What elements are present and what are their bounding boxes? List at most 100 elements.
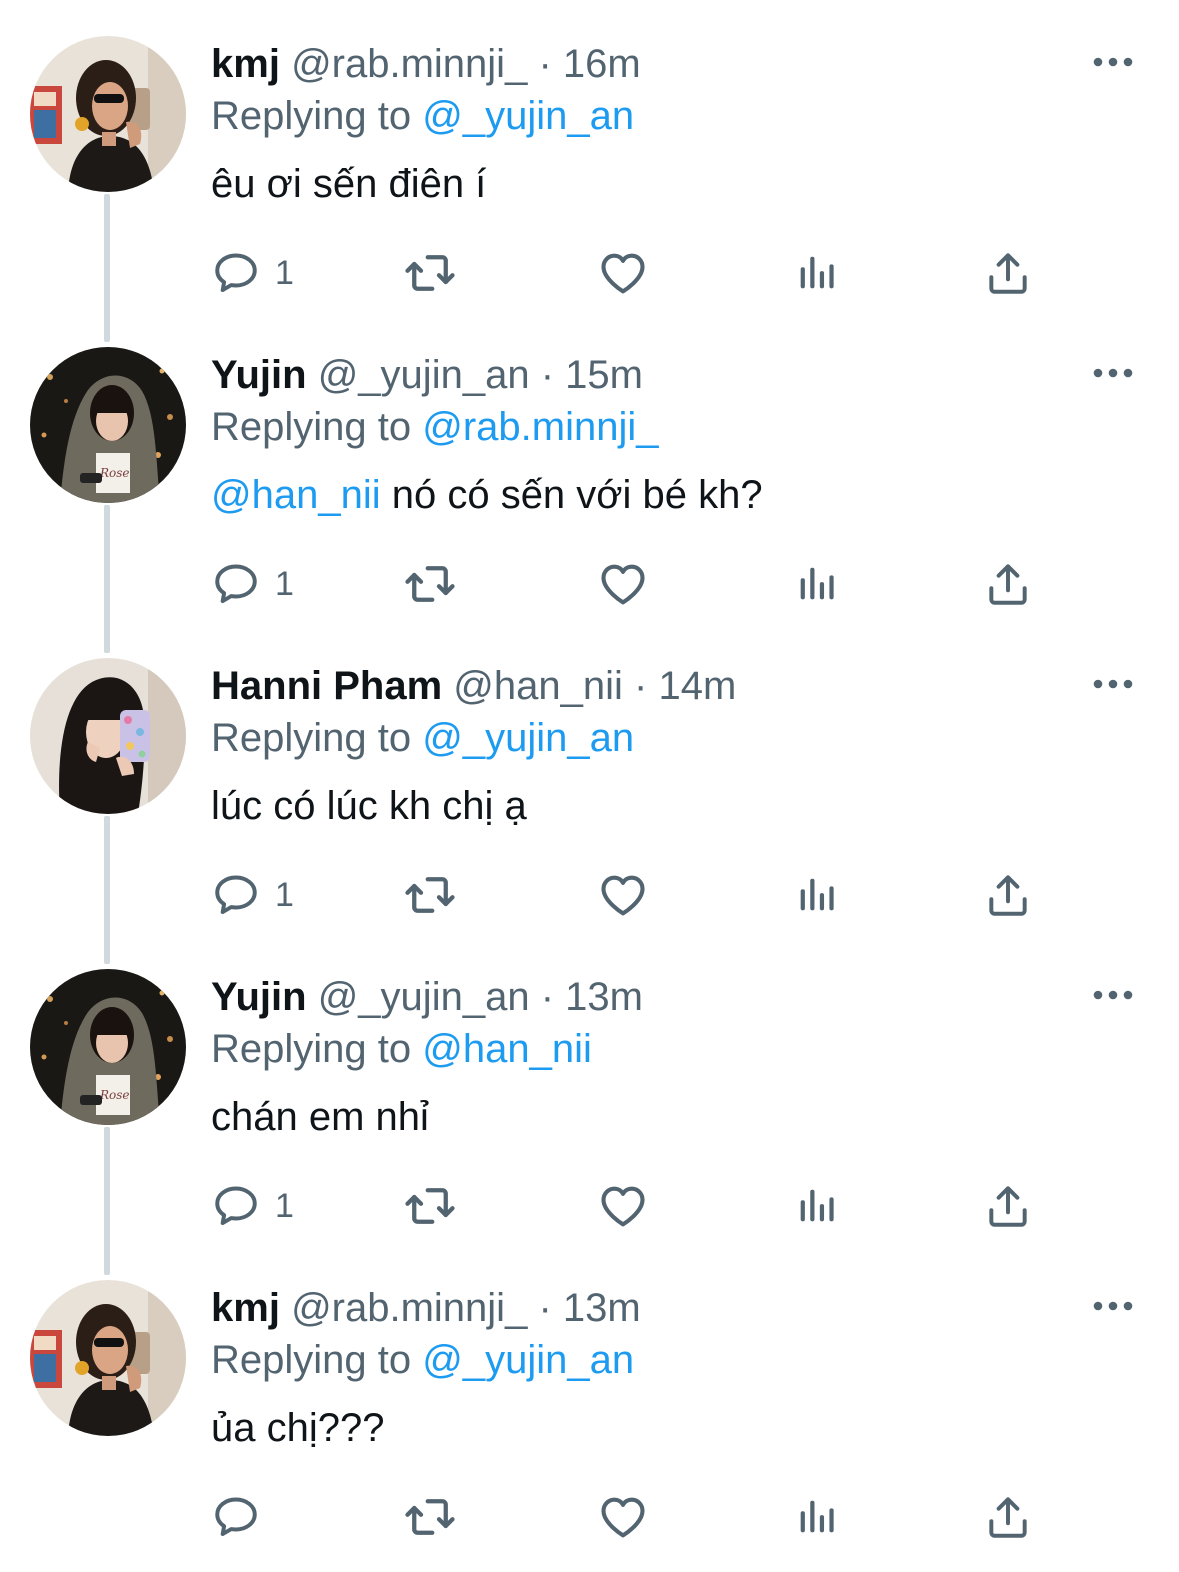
avatar[interactable] bbox=[30, 969, 186, 1125]
bar-chart-icon bbox=[793, 1493, 839, 1541]
display-name[interactable]: kmj bbox=[211, 42, 280, 86]
speech-bubble-icon bbox=[211, 559, 261, 609]
bar-chart-icon bbox=[793, 560, 839, 608]
retweet-button[interactable] bbox=[401, 868, 459, 922]
replying-to-line: Replying to @han_nii bbox=[211, 1023, 592, 1075]
views-button[interactable] bbox=[793, 1179, 839, 1233]
tweet[interactable]: kmj @rab.minnji_ · 13m Replying to @_yuj… bbox=[0, 1244, 1179, 1555]
reply-button[interactable]: 1 bbox=[211, 1179, 294, 1233]
avatar-image bbox=[30, 36, 186, 192]
timestamp[interactable]: 16m bbox=[563, 42, 641, 86]
views-button[interactable] bbox=[793, 246, 839, 300]
more-options-button[interactable] bbox=[1090, 1296, 1136, 1316]
body-text: lúc có lúc kh chị ạ bbox=[211, 784, 527, 828]
avatar[interactable] bbox=[30, 1280, 186, 1436]
reply-button[interactable]: 1 bbox=[211, 557, 294, 611]
avatar[interactable] bbox=[30, 658, 186, 814]
handle[interactable]: @rab.minnji_ bbox=[291, 42, 527, 86]
views-button[interactable] bbox=[793, 1490, 839, 1544]
display-name[interactable]: Hanni Pham bbox=[211, 664, 442, 708]
heart-outline-icon bbox=[597, 1180, 649, 1232]
replying-to-mention[interactable]: @rab.minnji_ bbox=[422, 405, 658, 449]
avatar-image bbox=[30, 658, 186, 814]
separator-dot: · bbox=[538, 42, 552, 86]
more-horizontal-icon bbox=[1090, 52, 1136, 72]
tweet-header: Yujin @_yujin_an · 15m bbox=[211, 349, 643, 401]
display-name[interactable]: Yujin bbox=[211, 975, 307, 1019]
like-button[interactable] bbox=[597, 1179, 649, 1233]
handle[interactable]: @han_nii bbox=[453, 664, 623, 708]
more-horizontal-icon bbox=[1090, 985, 1136, 1005]
reply-count: 1 bbox=[275, 875, 294, 914]
tweet-text: @han_nii nó có sến với bé kh? bbox=[211, 469, 763, 521]
like-button[interactable] bbox=[597, 1490, 649, 1544]
upload-arrow-icon bbox=[983, 870, 1033, 920]
avatar[interactable] bbox=[30, 347, 186, 503]
retweet-button[interactable] bbox=[401, 1490, 459, 1544]
tweet-text: chán em nhỉ bbox=[211, 1091, 429, 1143]
tweet-header: Yujin @_yujin_an · 13m bbox=[211, 971, 643, 1023]
share-button[interactable] bbox=[983, 1179, 1033, 1233]
more-options-button[interactable] bbox=[1090, 985, 1136, 1005]
timestamp[interactable]: 13m bbox=[565, 975, 643, 1019]
bar-chart-icon bbox=[793, 1182, 839, 1230]
display-name[interactable]: kmj bbox=[211, 1286, 280, 1330]
body-mention[interactable]: @han_nii bbox=[211, 473, 381, 517]
upload-arrow-icon bbox=[983, 1492, 1033, 1542]
body-text: chán em nhỉ bbox=[211, 1095, 429, 1139]
display-name[interactable]: Yujin bbox=[211, 353, 307, 397]
reply-button[interactable]: 1 bbox=[211, 246, 294, 300]
tweet[interactable]: Yujin @_yujin_an · 15m Replying to @rab.… bbox=[0, 311, 1179, 653]
replying-to-mention[interactable]: @_yujin_an bbox=[422, 716, 634, 760]
tweet[interactable]: kmj @rab.minnji_ · 16m Replying to @_yuj… bbox=[0, 0, 1179, 342]
share-button[interactable] bbox=[983, 1490, 1033, 1544]
timestamp[interactable]: 13m bbox=[563, 1286, 641, 1330]
reply-button[interactable] bbox=[211, 1490, 275, 1544]
more-options-button[interactable] bbox=[1090, 674, 1136, 694]
like-button[interactable] bbox=[597, 557, 649, 611]
handle[interactable]: @rab.minnji_ bbox=[291, 1286, 527, 1330]
retweet-arrows-icon bbox=[401, 868, 459, 922]
more-options-button[interactable] bbox=[1090, 363, 1136, 383]
share-button[interactable] bbox=[983, 557, 1033, 611]
retweet-arrows-icon bbox=[401, 557, 459, 611]
replying-to-mention[interactable]: @_yujin_an bbox=[422, 94, 634, 138]
retweet-button[interactable] bbox=[401, 557, 459, 611]
speech-bubble-icon bbox=[211, 1181, 261, 1231]
tweet[interactable]: Hanni Pham @han_nii · 14m Replying to @_… bbox=[0, 622, 1179, 964]
reply-button[interactable]: 1 bbox=[211, 868, 294, 922]
timestamp[interactable]: 14m bbox=[658, 664, 736, 708]
tweet-header: Hanni Pham @han_nii · 14m bbox=[211, 660, 736, 712]
tweet-text: ủa chị??? bbox=[211, 1402, 384, 1454]
separator-dot: · bbox=[634, 664, 648, 708]
handle[interactable]: @_yujin_an bbox=[318, 353, 530, 397]
replying-to-mention[interactable]: @_yujin_an bbox=[422, 1338, 634, 1382]
more-options-button[interactable] bbox=[1090, 52, 1136, 72]
avatar-image bbox=[30, 347, 186, 503]
more-horizontal-icon bbox=[1090, 674, 1136, 694]
replying-to-label: Replying to bbox=[211, 405, 412, 449]
reply-thread: kmj @rab.minnji_ · 16m Replying to @_yuj… bbox=[0, 0, 1179, 1572]
heart-outline-icon bbox=[597, 247, 649, 299]
retweet-button[interactable] bbox=[401, 246, 459, 300]
share-button[interactable] bbox=[983, 246, 1033, 300]
views-button[interactable] bbox=[793, 868, 839, 922]
handle[interactable]: @_yujin_an bbox=[318, 975, 530, 1019]
tweet-text: lúc có lúc kh chị ạ bbox=[211, 780, 527, 832]
like-button[interactable] bbox=[597, 246, 649, 300]
heart-outline-icon bbox=[597, 1491, 649, 1543]
timestamp[interactable]: 15m bbox=[565, 353, 643, 397]
body-text: êu ơi sến điên í bbox=[211, 162, 487, 206]
replying-to-line: Replying to @_yujin_an bbox=[211, 90, 634, 142]
retweet-arrows-icon bbox=[401, 1490, 459, 1544]
replying-to-label: Replying to bbox=[211, 94, 412, 138]
avatar[interactable] bbox=[30, 36, 186, 192]
share-button[interactable] bbox=[983, 868, 1033, 922]
retweet-button[interactable] bbox=[401, 1179, 459, 1233]
views-button[interactable] bbox=[793, 557, 839, 611]
separator-dot: · bbox=[538, 1286, 552, 1330]
avatar-image bbox=[30, 969, 186, 1125]
like-button[interactable] bbox=[597, 868, 649, 922]
tweet[interactable]: Yujin @_yujin_an · 13m Replying to @han_… bbox=[0, 933, 1179, 1275]
replying-to-mention[interactable]: @han_nii bbox=[422, 1027, 592, 1071]
